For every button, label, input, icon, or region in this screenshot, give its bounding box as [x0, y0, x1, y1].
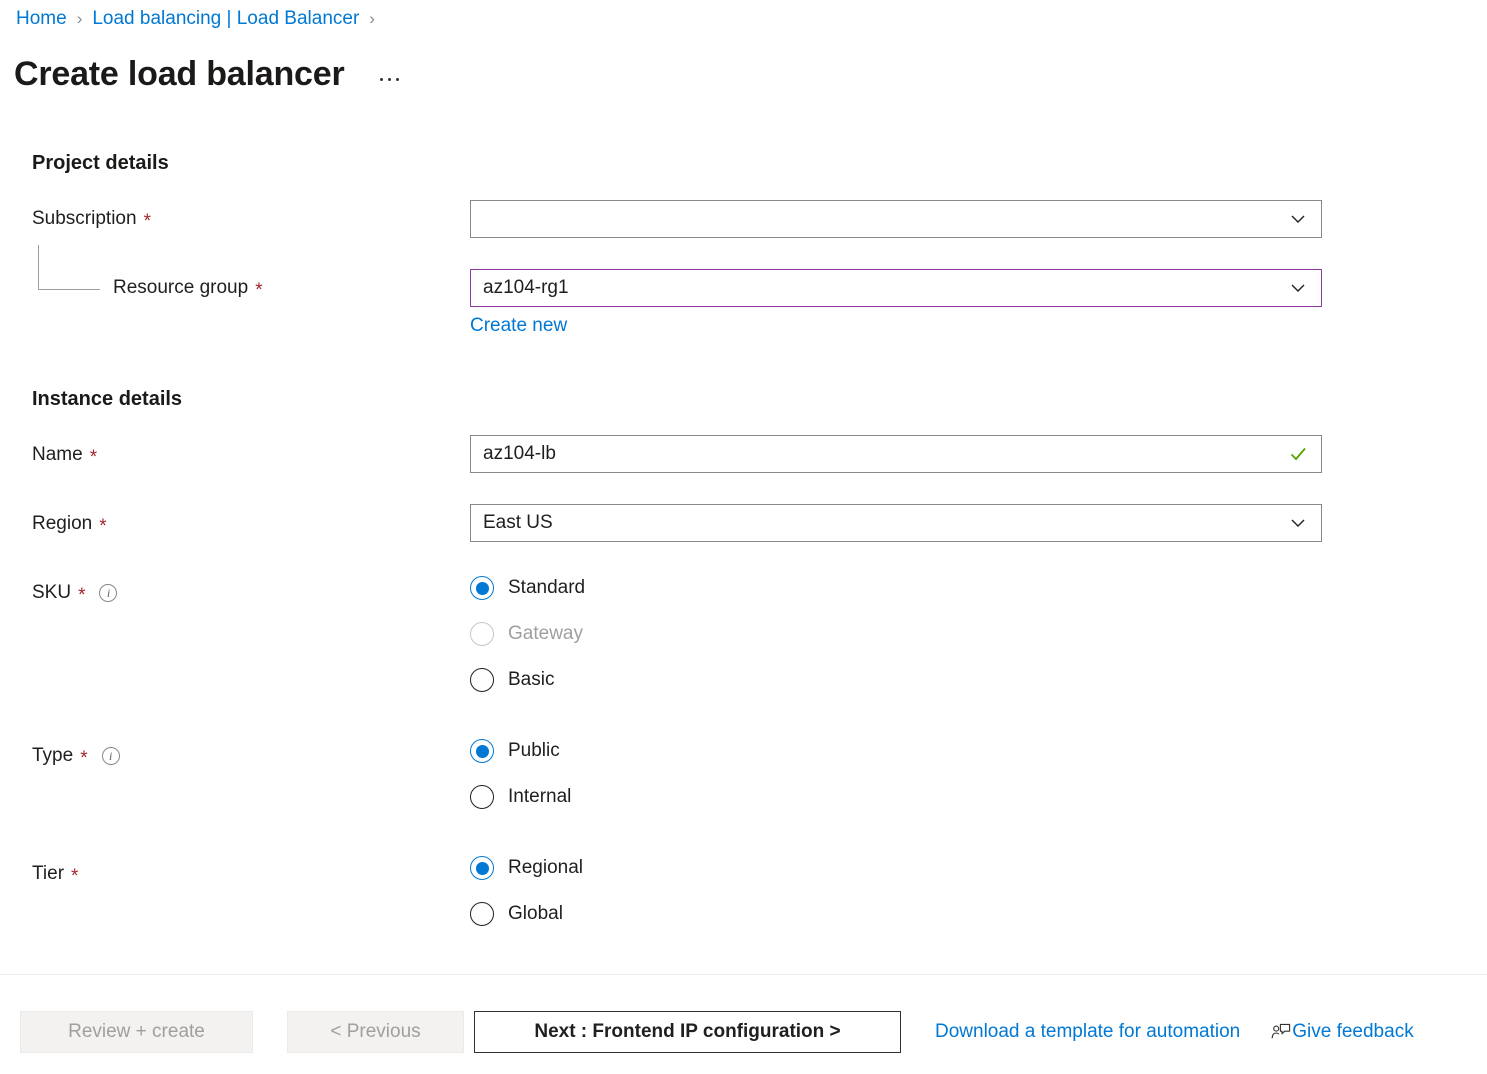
- radio-type-internal-label: Internal: [508, 786, 571, 808]
- info-icon[interactable]: i: [99, 584, 117, 602]
- info-icon[interactable]: i: [102, 747, 120, 765]
- label-subscription: Subscription *: [32, 206, 151, 232]
- label-tier: Tier *: [32, 861, 78, 887]
- dot: [396, 78, 399, 81]
- give-feedback-link[interactable]: Give feedback: [1292, 1021, 1413, 1043]
- chevron-down-icon: [1287, 277, 1309, 299]
- label-type: Type * i: [32, 743, 120, 769]
- type-radio-group: Public Internal: [470, 728, 571, 820]
- required-asterisk: *: [78, 586, 85, 605]
- label-sku-text: SKU: [32, 580, 71, 606]
- subscription-resourcegroup-connector: [38, 245, 100, 290]
- section-heading-instance-details: Instance details: [32, 388, 182, 411]
- breadcrumb: Home › Load balancing | Load Balancer ›: [16, 6, 385, 32]
- label-region-text: Region: [32, 511, 92, 537]
- radio-indicator-icon: [470, 902, 494, 926]
- label-resource-group: Resource group *: [113, 275, 263, 301]
- radio-type-public-label: Public: [508, 740, 560, 762]
- radio-type-internal[interactable]: Internal: [470, 774, 571, 820]
- feedback-person-icon: [1270, 1022, 1292, 1042]
- radio-sku-gateway-label: Gateway: [508, 623, 583, 645]
- label-tier-text: Tier: [32, 861, 64, 887]
- breadcrumb-separator-icon: ›: [369, 6, 375, 32]
- required-asterisk: *: [99, 517, 106, 536]
- radio-sku-standard-label: Standard: [508, 577, 585, 599]
- region-dropdown[interactable]: East US: [470, 504, 1322, 542]
- chevron-down-icon: [1287, 512, 1309, 534]
- create-load-balancer-page: Home › Load balancing | Load Balancer › …: [0, 0, 1487, 1074]
- radio-indicator-icon: [470, 576, 494, 600]
- radio-sku-basic[interactable]: Basic: [470, 657, 585, 703]
- more-options-icon[interactable]: [374, 67, 404, 91]
- subscription-dropdown[interactable]: [470, 200, 1322, 238]
- download-template-link[interactable]: Download a template for automation: [935, 1021, 1240, 1043]
- footer-divider: [0, 974, 1487, 975]
- name-value: az104-lb: [483, 443, 1287, 465]
- page-header: Create load balancer: [14, 52, 404, 96]
- radio-sku-gateway: Gateway: [470, 611, 585, 657]
- radio-type-public[interactable]: Public: [470, 728, 571, 774]
- valid-check-icon: [1287, 443, 1309, 465]
- previous-button[interactable]: < Previous: [287, 1011, 464, 1053]
- required-asterisk: *: [90, 448, 97, 467]
- dot: [380, 78, 383, 81]
- give-feedback-control[interactable]: Give feedback: [1270, 1021, 1413, 1043]
- resource-group-dropdown[interactable]: az104-rg1: [470, 269, 1322, 307]
- radio-sku-standard[interactable]: Standard: [470, 565, 585, 611]
- tier-radio-group: Regional Global: [470, 845, 583, 937]
- resource-group-value: az104-rg1: [483, 277, 1287, 299]
- page-title: Create load balancer: [14, 52, 344, 96]
- chevron-down-icon: [1287, 208, 1309, 230]
- radio-tier-global-label: Global: [508, 903, 563, 925]
- radio-tier-regional-label: Regional: [508, 857, 583, 879]
- required-asterisk: *: [80, 749, 87, 768]
- breadcrumb-separator-icon: ›: [77, 6, 83, 32]
- breadcrumb-item-home[interactable]: Home: [16, 6, 67, 32]
- radio-tier-regional[interactable]: Regional: [470, 845, 583, 891]
- label-sku: SKU * i: [32, 580, 117, 606]
- label-resource-group-text: Resource group: [113, 275, 248, 301]
- radio-indicator-icon: [470, 785, 494, 809]
- required-asterisk: *: [255, 281, 262, 300]
- create-new-resource-group-link[interactable]: Create new: [470, 314, 567, 338]
- label-type-text: Type: [32, 743, 73, 769]
- required-asterisk: *: [71, 867, 78, 886]
- wizard-footer: Review + create < Previous Next : Fronte…: [20, 1011, 1414, 1053]
- review-create-button[interactable]: Review + create: [20, 1011, 253, 1053]
- radio-sku-basic-label: Basic: [508, 669, 554, 691]
- name-input[interactable]: az104-lb: [470, 435, 1322, 473]
- radio-indicator-icon: [470, 668, 494, 692]
- next-frontend-ip-configuration-button[interactable]: Next : Frontend IP configuration >: [474, 1011, 901, 1053]
- dot: [388, 78, 391, 81]
- radio-indicator-icon: [470, 739, 494, 763]
- radio-indicator-icon: [470, 856, 494, 880]
- label-subscription-text: Subscription: [32, 206, 137, 232]
- required-asterisk: *: [144, 212, 151, 231]
- label-name-text: Name: [32, 442, 83, 468]
- label-region: Region *: [32, 511, 107, 537]
- radio-tier-global[interactable]: Global: [470, 891, 583, 937]
- radio-indicator-icon: [470, 622, 494, 646]
- breadcrumb-item-load-balancing[interactable]: Load balancing | Load Balancer: [92, 6, 359, 32]
- region-value: East US: [483, 512, 1287, 534]
- section-heading-project-details: Project details: [32, 152, 169, 175]
- sku-radio-group: Standard Gateway Basic: [470, 565, 585, 703]
- label-name: Name *: [32, 442, 97, 468]
